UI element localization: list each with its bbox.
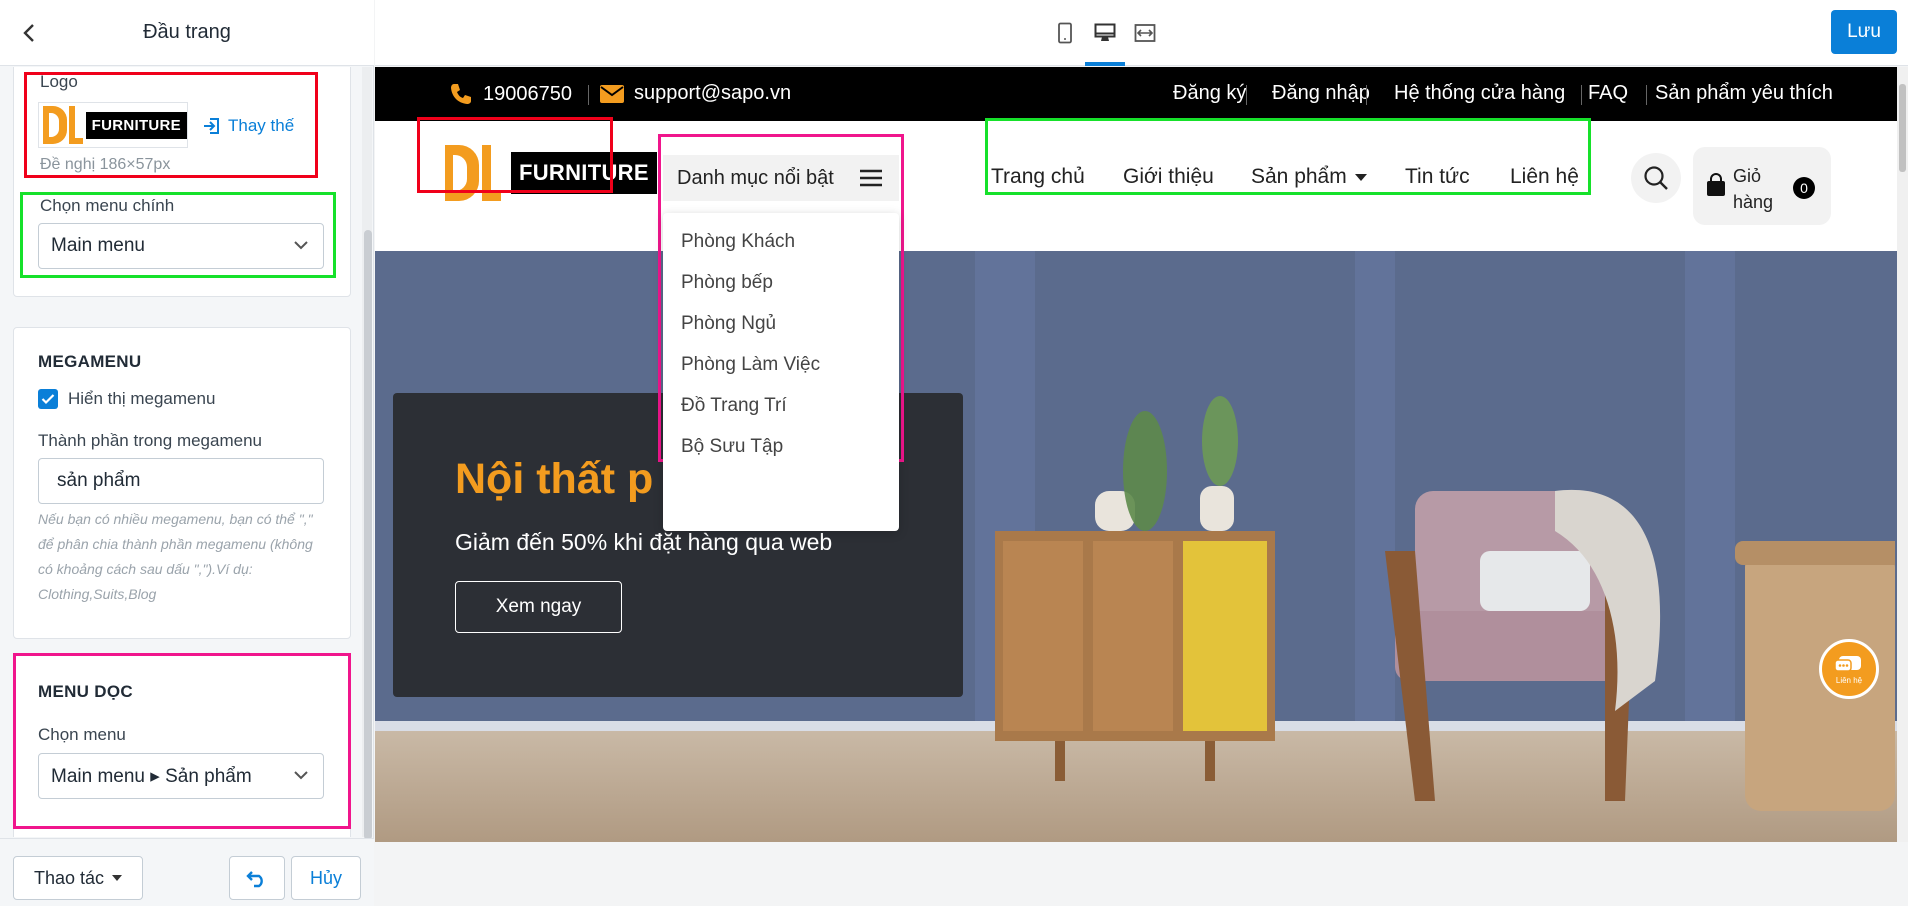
megamenu-card: MEGAMENU Hiển thị megamenu Thành phần tr… — [13, 327, 351, 639]
settings-panel: Đầu trang Logo DL FURNITURE Thay thế Đề … — [0, 0, 374, 906]
hero-subtitle: Giảm đến 50% khi đặt hàng qua web — [455, 529, 833, 555]
envelope-icon — [600, 84, 624, 103]
desktop-view-button[interactable] — [1090, 18, 1120, 48]
chat-label: Liên hệ — [1835, 675, 1863, 685]
category-item[interactable]: Đồ Trang Trí — [681, 395, 787, 417]
divider — [1646, 85, 1647, 105]
contact-chat-button[interactable]: Liên hệ — [1819, 639, 1879, 699]
category-dropdown: Phòng Khách Phòng bếp Phòng Ngủ Phòng Là… — [663, 213, 899, 531]
panel-title: Đầu trang — [143, 21, 231, 43]
phone-icon — [451, 84, 471, 104]
email-address: support@sapo.vn — [634, 82, 792, 104]
cancel-button[interactable]: Hủy — [291, 856, 361, 900]
hero-banner: Nội thất p Giảm đến 50% khi đặt hàng qua… — [375, 251, 1897, 842]
highlight-logo-box — [24, 72, 318, 178]
cart-label: Giỏ hàng — [1733, 166, 1774, 212]
cart-count-badge: 0 — [1793, 177, 1815, 199]
active-device-indicator — [1085, 62, 1125, 66]
back-button[interactable] — [14, 18, 44, 48]
panel-header: Đầu trang — [0, 0, 374, 66]
highlight-store-logo-box — [417, 117, 613, 193]
caret-down-icon — [112, 875, 123, 881]
desktop-icon — [1094, 23, 1116, 41]
phone-number: 19006750 — [483, 82, 572, 105]
category-item[interactable]: Phòng Ngủ — [681, 313, 776, 335]
checkmark-icon — [41, 394, 55, 405]
topbar-link-faq[interactable]: FAQ — [1588, 82, 1628, 105]
highlight-main-nav-box — [985, 118, 1591, 195]
show-megamenu-checkbox[interactable] — [38, 389, 58, 409]
cancel-label: Hủy — [309, 867, 342, 888]
theme-editor: Đầu trang Logo DL FURNITURE Thay thế Đề … — [0, 0, 1908, 906]
highlight-main-menu-box — [20, 192, 336, 278]
search-icon — [1644, 166, 1668, 190]
chevron-left-icon — [23, 24, 34, 42]
chat-bubble-icon — [1835, 655, 1861, 672]
topbar-email[interactable]: support@sapo.vn — [600, 82, 791, 105]
actions-dropdown-button[interactable]: Thao tác — [13, 856, 143, 900]
category-item[interactable]: Phòng bếp — [681, 272, 773, 294]
divider — [1366, 85, 1367, 105]
expand-horizontal-icon — [1134, 24, 1156, 42]
preview-toolbar: Lưu — [375, 0, 1908, 66]
megamenu-hint: Nếu bạn có nhiều megamenu, bạn có thể ",… — [38, 511, 313, 602]
topbar-link-stores[interactable]: Hệ thống cửa hàng — [1394, 82, 1565, 105]
search-button[interactable] — [1631, 153, 1681, 203]
shopping-bag-icon — [1707, 173, 1725, 196]
megamenu-title: MEGAMENU — [38, 352, 142, 371]
category-item[interactable]: Bộ Sưu Tập — [681, 436, 783, 458]
storefront-preview: 19006750 support@sapo.vn Đăng ký Đăng nh… — [375, 67, 1897, 842]
category-item[interactable]: Phòng Làm Việc — [681, 354, 820, 376]
topbar-link-wishlist[interactable]: Sản phẩm yêu thích — [1655, 82, 1833, 105]
panel-footer: Thao tác Hủy — [0, 838, 374, 906]
preview-scrollbar-track[interactable] — [1897, 67, 1908, 842]
preview-scrollbar-thumb[interactable] — [1899, 84, 1906, 172]
topbar-link-register[interactable]: Đăng ký — [1173, 82, 1246, 105]
hero-furniture-illustration — [995, 396, 1895, 811]
mobile-view-button[interactable] — [1050, 18, 1080, 48]
topbar-link-login[interactable]: Đăng nhập — [1272, 82, 1370, 105]
undo-icon — [246, 871, 263, 888]
fullwidth-view-button[interactable] — [1130, 18, 1160, 48]
actions-label: Thao tác — [33, 867, 105, 888]
category-item[interactable]: Phòng Khách — [681, 231, 795, 253]
mobile-icon — [1058, 22, 1072, 44]
megamenu-items-input[interactable] — [38, 458, 324, 504]
shop-now-button[interactable]: Xem ngay — [455, 581, 622, 633]
panel-scrollbar-thumb[interactable] — [364, 230, 372, 840]
show-megamenu-label: Hiển thị megamenu — [68, 389, 216, 408]
highlight-vertical-menu-box — [13, 653, 351, 829]
megamenu-items-label: Thành phần trong megamenu — [38, 431, 262, 450]
topbar-phone[interactable]: 19006750 — [449, 82, 572, 106]
hero-title: Nội thất p — [455, 455, 654, 503]
divider — [1246, 85, 1247, 105]
divider — [1581, 85, 1582, 105]
divider — [588, 85, 589, 105]
save-button[interactable]: Lưu — [1831, 10, 1897, 54]
undo-button[interactable] — [229, 856, 285, 900]
storefront-topbar: 19006750 support@sapo.vn Đăng ký Đăng nh… — [375, 67, 1897, 121]
cart-button[interactable]: Giỏ hàng 0 — [1693, 147, 1831, 225]
